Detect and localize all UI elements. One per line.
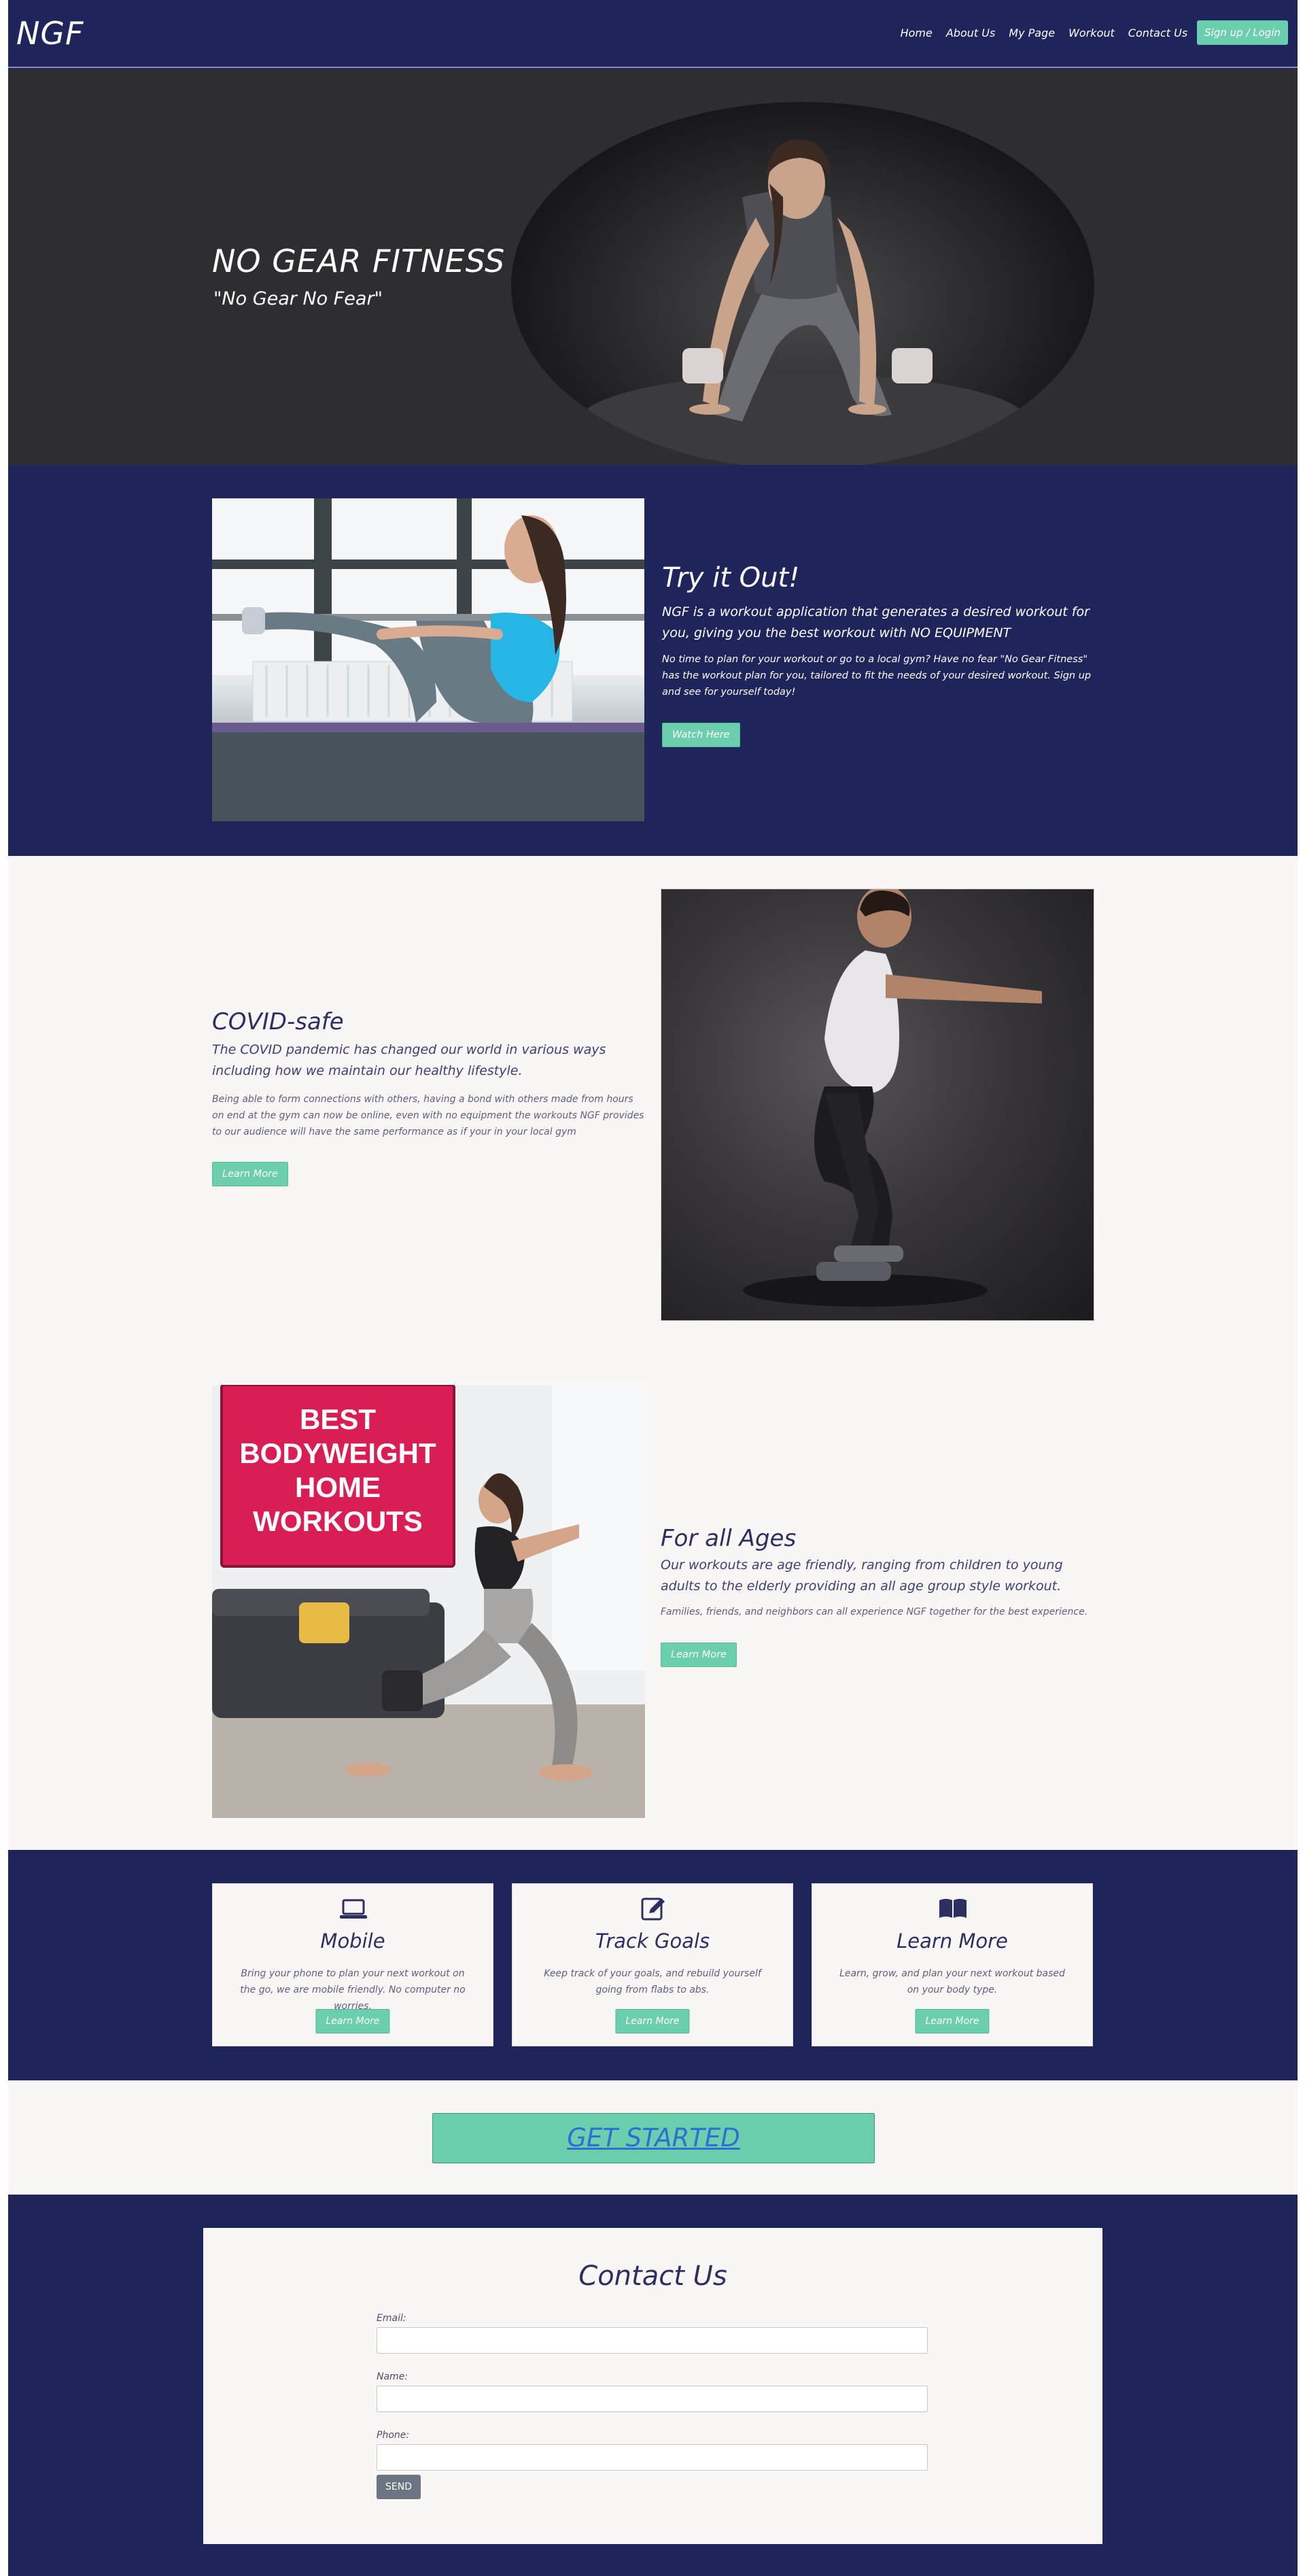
feature-title: Mobile bbox=[320, 1929, 385, 1953]
feature-learn-more-button[interactable]: Learn More bbox=[915, 2009, 990, 2033]
send-button[interactable]: SEND bbox=[377, 2475, 421, 2499]
page-frame: NGF Home About Us My Page Workout Contac… bbox=[8, 0, 1298, 2576]
ages-title: For all Ages bbox=[661, 1525, 797, 1552]
feature-title: Track Goals bbox=[595, 1929, 710, 1953]
nav-link-home[interactable]: Home bbox=[901, 27, 933, 39]
try-it-out-body: No time to plan for your workout or go t… bbox=[662, 654, 1092, 698]
covid-title: COVID-safe bbox=[212, 1008, 344, 1035]
banner-line-2: BODYWEIGHT bbox=[239, 1437, 436, 1469]
ab-exercise-illustration bbox=[212, 498, 644, 821]
watch-here-button[interactable]: Watch Here bbox=[662, 723, 740, 747]
email-label: Email: bbox=[377, 2313, 406, 2324]
feature-card-track-goals: Track Goals Keep track of your goals, an… bbox=[512, 1883, 793, 2046]
contact-title: Contact Us bbox=[578, 2261, 727, 2292]
nav-link-about-us[interactable]: About Us bbox=[946, 27, 995, 39]
feature-text: Bring your phone to plan your next worko… bbox=[240, 1968, 466, 2012]
signup-login-button[interactable]: Sign up / Login bbox=[1197, 20, 1288, 45]
nav-links: Home About Us My Page Workout Contact Us… bbox=[887, 20, 1288, 45]
ages-lead: Our workouts are age friendly, ranging f… bbox=[661, 1558, 1063, 1594]
feature-learn-more-button[interactable]: Learn More bbox=[315, 2009, 390, 2033]
feature-title: Learn More bbox=[897, 1929, 1008, 1953]
phone-label: Phone: bbox=[377, 2430, 410, 2441]
ages-learn-more-button[interactable]: Learn More bbox=[661, 1643, 737, 1667]
try-it-out-image bbox=[212, 498, 644, 821]
laptop-icon bbox=[337, 1895, 370, 1922]
name-field[interactable] bbox=[377, 2386, 928, 2412]
book-icon bbox=[937, 1895, 969, 1922]
contact-form: Contact Us Email: Name: Phone: SEND bbox=[203, 2228, 1102, 2544]
ages-body: Families, friends, and neighbors can all… bbox=[661, 1607, 1088, 1617]
feature-card-learn-more: Learn More Learn, grow, and plan your ne… bbox=[812, 1883, 1093, 2046]
feature-text: Learn, grow, and plan your next workout … bbox=[839, 1968, 1065, 1995]
email-field[interactable] bbox=[377, 2327, 928, 2354]
squat-man-illustration bbox=[743, 889, 1042, 1307]
nav-link-my-page[interactable]: My Page bbox=[1009, 27, 1055, 39]
pushup-woman-illustration bbox=[579, 139, 1028, 465]
banner-line-3: HOME bbox=[295, 1471, 381, 1503]
covid-lead: The COVID pandemic has changed our world… bbox=[212, 1042, 606, 1078]
banner-line-4: WORKOUTS bbox=[253, 1505, 423, 1537]
hero-subtitle: "No Gear No Fear" bbox=[213, 288, 383, 309]
covid-learn-more-button[interactable]: Learn More bbox=[212, 1162, 288, 1186]
banner-line-1: BEST bbox=[300, 1403, 376, 1435]
brand-logo[interactable]: NGF bbox=[16, 15, 84, 52]
contact-section: Contact Us Email: Name: Phone: SEND bbox=[8, 2195, 1298, 2576]
hero-title: NO GEAR FITNESS bbox=[212, 243, 506, 279]
ages-image: BEST BODYWEIGHT HOME WORKOUTS bbox=[212, 1385, 645, 1818]
features-section: Mobile Bring your phone to plan your nex… bbox=[8, 1850, 1298, 2080]
hero-section: NO GEAR FITNESS "No Gear No Fear" bbox=[8, 69, 1298, 465]
lunge-woman-illustration: BEST BODYWEIGHT HOME WORKOUTS bbox=[212, 1385, 645, 1818]
info-section: COVID-safe The COVID pandemic has change… bbox=[8, 856, 1298, 1850]
top-nav: NGF Home About Us My Page Workout Contac… bbox=[8, 0, 1298, 68]
try-it-out-title: Try it Out! bbox=[662, 562, 800, 594]
name-label: Name: bbox=[377, 2371, 408, 2382]
try-it-out-section: Try it Out! NGF is a workout application… bbox=[8, 465, 1298, 856]
covid-body: Being able to form connections with othe… bbox=[212, 1094, 644, 1137]
nav-link-workout[interactable]: Workout bbox=[1068, 27, 1115, 39]
hero-workout-image bbox=[511, 102, 1094, 465]
nav-link-contact-us[interactable]: Contact Us bbox=[1128, 27, 1187, 39]
phone-field[interactable] bbox=[377, 2444, 928, 2471]
edit-icon bbox=[637, 1895, 669, 1922]
feature-text: Keep track of your goals, and rebuild yo… bbox=[544, 1968, 761, 1995]
covid-image bbox=[661, 889, 1094, 1321]
get-started-section: GET STARTED bbox=[8, 2080, 1298, 2195]
try-it-out-lead: NGF is a workout application that genera… bbox=[662, 604, 1090, 640]
feature-learn-more-button[interactable]: Learn More bbox=[615, 2009, 690, 2033]
feature-card-mobile: Mobile Bring your phone to plan your nex… bbox=[212, 1883, 493, 2046]
get-started-button[interactable]: GET STARTED bbox=[432, 2113, 875, 2163]
